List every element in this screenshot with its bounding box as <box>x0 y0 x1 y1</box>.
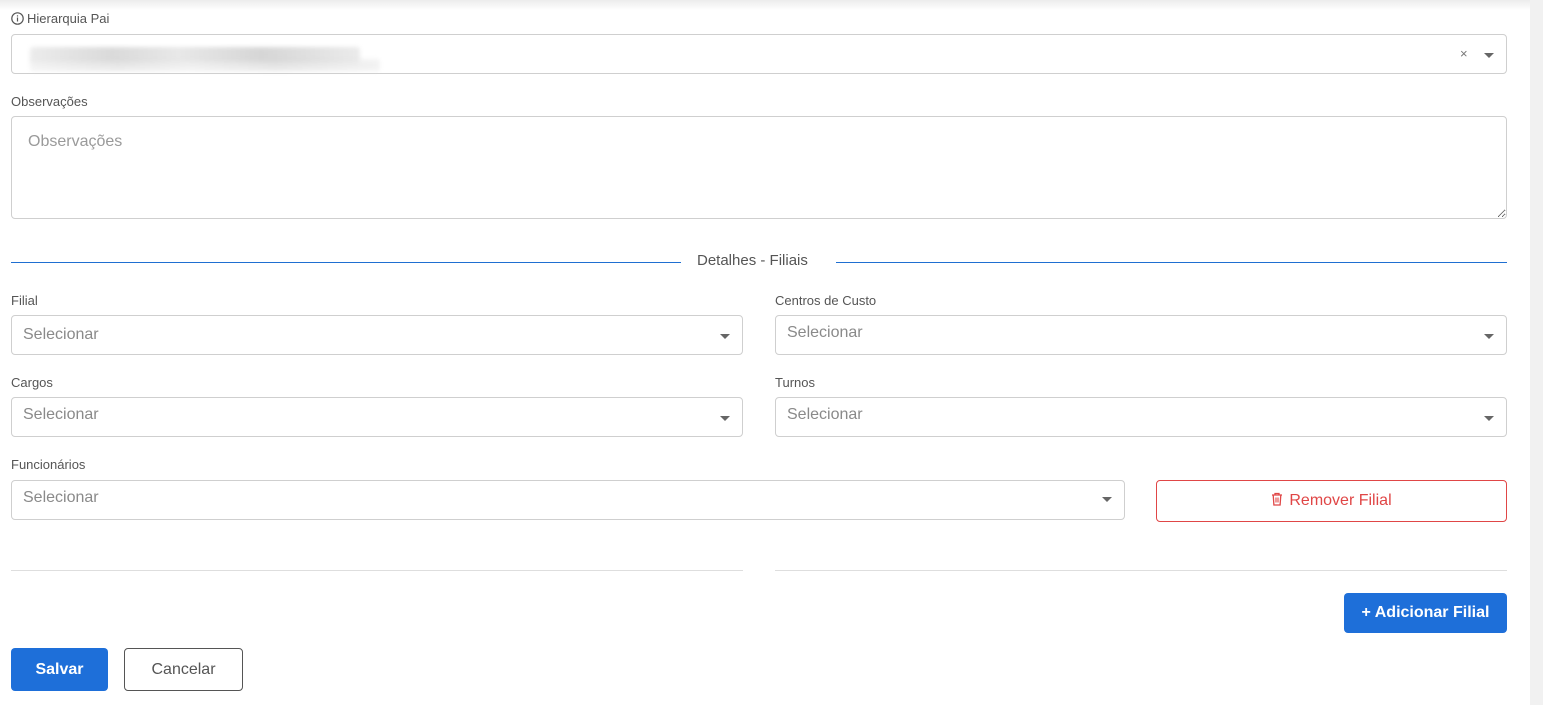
section-divider-left <box>11 262 681 263</box>
info-icon[interactable] <box>11 12 24 29</box>
cargos-placeholder: Selecionar <box>23 406 99 423</box>
filial-select[interactable]: Selecionar <box>11 315 743 355</box>
funcionarios-label: Funcionários <box>11 457 86 472</box>
cargos-label: Cargos <box>11 375 53 390</box>
section-title: Detalhes - Filiais <box>697 252 808 269</box>
chevron-down-icon[interactable] <box>720 334 730 339</box>
funcionarios-placeholder: Selecionar <box>23 489 99 506</box>
cargos-select[interactable]: Selecionar <box>11 397 743 437</box>
cancel-button[interactable]: Cancelar <box>124 648 243 691</box>
hierarquia-pai-selected-value-shadow <box>30 59 380 71</box>
clear-icon[interactable]: × <box>1460 47 1468 60</box>
turnos-select[interactable]: Selecionar <box>775 397 1507 437</box>
hierarquia-pai-label-text: Hierarquia Pai <box>27 11 110 26</box>
hierarquia-pai-select[interactable]: × <box>11 34 1507 74</box>
remove-filial-label: Remover Filial <box>1289 492 1392 509</box>
chevron-down-icon[interactable] <box>1484 416 1494 421</box>
centros-custo-placeholder: Selecionar <box>787 324 863 341</box>
funcionarios-select[interactable]: Selecionar <box>11 480 1125 520</box>
add-filial-button[interactable]: + Adicionar Filial <box>1344 593 1507 633</box>
turnos-label: Turnos <box>775 375 815 390</box>
top-shadow <box>0 0 1530 10</box>
section-divider-right <box>836 262 1507 263</box>
centros-custo-select[interactable]: Selecionar <box>775 315 1507 355</box>
chevron-down-icon[interactable] <box>1484 53 1494 58</box>
save-button[interactable]: Salvar <box>11 648 108 691</box>
filial-placeholder: Selecionar <box>23 326 99 343</box>
observacoes-textarea[interactable] <box>11 116 1507 219</box>
trash-icon <box>1271 492 1283 511</box>
page-scrollbar[interactable] <box>1530 0 1543 705</box>
filial-label: Filial <box>11 293 38 308</box>
chevron-down-icon[interactable] <box>1484 334 1494 339</box>
chevron-down-icon[interactable] <box>720 416 730 421</box>
observacoes-label: Observações <box>11 94 88 109</box>
separator-left <box>11 570 743 571</box>
chevron-down-icon[interactable] <box>1102 497 1112 502</box>
separator-right <box>775 570 1507 571</box>
centros-custo-label: Centros de Custo <box>775 293 877 308</box>
remove-filial-button[interactable]: Remover Filial <box>1156 480 1507 522</box>
hierarquia-pai-label: Hierarquia Pai <box>11 11 109 29</box>
turnos-placeholder: Selecionar <box>787 406 863 423</box>
